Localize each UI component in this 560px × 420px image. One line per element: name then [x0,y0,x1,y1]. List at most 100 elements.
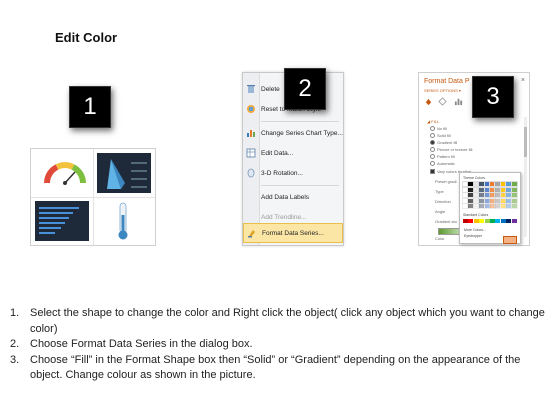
color-swatch[interactable] [478,186,486,193]
direction-label: Direction [435,199,451,204]
close-icon[interactable]: × [521,77,525,84]
series-options-icon[interactable] [454,97,463,106]
color-palette-dropdown: Theme Colors Standard Colors More Colors… [459,172,521,244]
menu-item-add-data-labels[interactable]: Add Data Labels [243,187,343,207]
gradient-stops-label: Gradient sto [435,219,457,224]
fill-line-icon[interactable] [424,97,433,106]
color-swatch[interactable] [467,181,475,187]
color-swatch[interactable] [510,197,518,204]
color-swatch[interactable] [472,192,480,198]
fill-option[interactable]: Automatic [430,161,455,167]
bar-chart[interactable] [35,201,89,241]
color-swatch[interactable] [494,203,502,209]
color-swatch[interactable] [511,219,517,223]
color-swatch[interactable] [483,181,491,187]
eyedropper-option[interactable]: Eyedropper [464,234,482,238]
color-swatch[interactable] [462,186,469,193]
color-swatch[interactable] [483,186,491,193]
color-swatch[interactable] [462,203,469,209]
color-swatch[interactable] [483,192,491,198]
color-swatch[interactable] [495,219,501,223]
color-swatch[interactable] [473,219,479,223]
color-swatch[interactable] [510,192,518,198]
color-swatch[interactable] [478,181,486,187]
color-swatch[interactable] [463,219,468,223]
menu-item-edit-data[interactable]: Edit Data... [243,143,343,163]
preset-gradient-label: Preset gradi [435,179,457,184]
color-swatch[interactable] [494,192,502,198]
color-swatch[interactable] [472,186,480,193]
color-swatch[interactable] [472,203,480,209]
color-swatch[interactable] [494,186,502,193]
color-swatch[interactable] [478,197,486,204]
color-swatch[interactable] [499,192,507,198]
menu-item-change-chart-type[interactable]: Change Series Chart Type... [243,123,343,143]
scrollbar-thumb[interactable] [524,127,527,157]
slide-thumbnail[interactable] [30,148,156,246]
color-swatch[interactable] [490,219,495,223]
color-swatch[interactable] [506,219,512,223]
color-swatch[interactable] [505,186,513,193]
color-swatch[interactable] [467,203,475,209]
color-swatch[interactable] [462,181,469,187]
color-swatch[interactable] [484,219,490,223]
more-colors-option[interactable]: More Colors... [464,228,486,232]
pane-title: Format Data P [424,78,470,85]
color-swatch[interactable] [510,181,518,187]
fill-option[interactable]: Pattern fill [430,154,455,160]
fill-option[interactable]: No fill [430,126,447,132]
color-swatch[interactable] [462,192,469,198]
color-swatch[interactable] [494,181,502,187]
step-badge-3: 3 [472,76,514,118]
color-swatch[interactable] [510,186,518,193]
color-swatch[interactable] [467,186,475,193]
color-swatch[interactable] [462,197,469,204]
menu-item-label: Delete [261,85,280,93]
color-swatch[interactable] [468,219,474,223]
gauge-chart[interactable] [43,155,87,189]
color-picker-button[interactable] [503,236,517,244]
color-swatch[interactable] [505,203,513,209]
menu-item-3d-rotation[interactable]: 3-D Rotation... [243,163,343,183]
color-swatch[interactable] [489,181,496,187]
color-swatch[interactable] [499,203,507,209]
color-swatch[interactable] [472,181,480,187]
edit-data-icon [246,148,256,158]
color-swatch[interactable] [478,203,486,209]
color-swatch[interactable] [489,203,496,209]
effects-icon[interactable] [438,97,447,106]
color-swatch[interactable] [479,219,485,223]
color-swatch[interactable] [500,219,506,223]
color-swatch[interactable] [483,197,491,204]
color-swatch[interactable] [489,186,496,193]
color-swatch[interactable] [467,192,475,198]
color-swatch[interactable] [499,181,507,187]
fill-option[interactable]: Gradient fill [430,140,457,146]
fill-option[interactable]: Solid fill [430,133,451,139]
color-swatch[interactable] [505,192,513,198]
menu-item-format-data-series[interactable]: Format Data Series... [243,223,343,243]
color-swatch[interactable] [510,203,518,209]
color-swatch[interactable] [505,197,513,204]
color-swatch[interactable] [483,203,491,209]
fill-section-header[interactable]: ◢ FILL [427,119,439,124]
fill-option[interactable]: Picture or texture fill [430,147,472,153]
radio-button [430,147,435,153]
color-swatch[interactable] [505,181,513,187]
step-badge-2: 2 [284,68,326,110]
color-swatch[interactable] [499,186,507,193]
color-swatch[interactable] [494,197,502,204]
series-options-dropdown[interactable]: SERIES OPTIONS ▾ [424,88,461,93]
color-swatch[interactable] [478,192,486,198]
pyramid-chart[interactable] [97,153,151,193]
pane-scrollbar[interactable] [524,117,527,237]
radio-button [430,133,435,139]
step-number: 3. [10,353,20,366]
color-swatch[interactable] [489,197,496,204]
color-swatch[interactable] [489,192,496,198]
thermometer-chart[interactable] [115,201,131,241]
color-swatch[interactable] [472,197,480,204]
color-swatch[interactable] [467,197,475,204]
menu-item-label: Edit Data... [261,149,294,157]
color-swatch[interactable] [499,197,507,204]
